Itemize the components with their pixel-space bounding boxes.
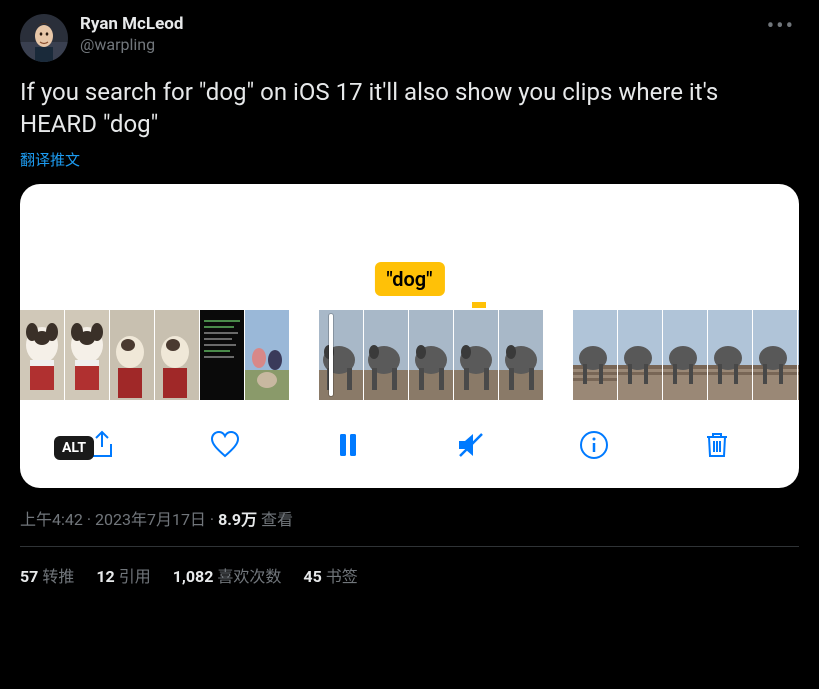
- pause-icon[interactable]: [329, 426, 367, 464]
- divider: [20, 546, 799, 547]
- retweets-stat[interactable]: 57转推: [20, 563, 74, 587]
- video-timeline[interactable]: [20, 310, 799, 400]
- user-info[interactable]: Ryan McLeod @warpling: [80, 14, 183, 55]
- clip-frame: [663, 310, 707, 400]
- clip-frame: [708, 310, 752, 400]
- media-attachment[interactable]: "dog": [20, 184, 799, 488]
- clip-frame: [409, 310, 453, 400]
- caption-marker: [472, 302, 486, 308]
- heart-icon[interactable]: [206, 426, 244, 464]
- media-controls: [20, 400, 799, 474]
- clip-frame: [798, 310, 799, 400]
- clip-frame: [364, 310, 408, 400]
- tweet-header: Ryan McLeod @warpling •••: [20, 14, 799, 62]
- translate-link[interactable]: 翻译推文: [20, 149, 799, 170]
- views-label: 查看: [261, 510, 293, 529]
- alt-badge[interactable]: ALT: [54, 436, 94, 460]
- user-handle: @warpling: [80, 35, 183, 55]
- quotes-stat[interactable]: 12引用: [96, 563, 150, 587]
- playhead-indicator: [329, 314, 333, 396]
- clip-frame: [200, 310, 244, 400]
- clip-group-active[interactable]: [319, 310, 543, 400]
- tweet-text: If you search for "dog" on iOS 17 it'll …: [20, 76, 799, 141]
- more-icon[interactable]: •••: [767, 14, 795, 39]
- avatar[interactable]: [20, 14, 68, 62]
- mute-icon[interactable]: [452, 426, 490, 464]
- clip-frame: [618, 310, 662, 400]
- trash-icon[interactable]: [698, 426, 736, 464]
- clip-frame: [20, 310, 64, 400]
- clip-frame: [65, 310, 109, 400]
- clip-group[interactable]: [20, 310, 289, 400]
- likes-stat[interactable]: 1,082喜欢次数: [173, 563, 282, 587]
- clip-group[interactable]: [573, 310, 799, 400]
- clip-frame: [753, 310, 797, 400]
- clip-frame: [110, 310, 154, 400]
- views-count: 8.9万: [218, 510, 257, 529]
- clip-frame: [319, 310, 363, 400]
- tweet-meta[interactable]: 上午4:42 · 2023年7月17日 · 8.9万 查看: [20, 506, 799, 530]
- engagement-stats: 57转推 12引用 1,082喜欢次数 45书签: [20, 563, 799, 587]
- tweet-time: 上午4:42: [20, 510, 83, 529]
- display-name: Ryan McLeod: [80, 14, 183, 35]
- tweet-container: Ryan McLeod @warpling ••• If you search …: [0, 0, 819, 587]
- clip-frame: [454, 310, 498, 400]
- clip-frame: [499, 310, 543, 400]
- clip-frame: [573, 310, 617, 400]
- bookmarks-stat[interactable]: 45书签: [303, 563, 357, 587]
- clip-frame: [155, 310, 199, 400]
- info-icon[interactable]: [575, 426, 613, 464]
- tweet-date: 2023年7月17日: [95, 510, 206, 529]
- clip-frame: [245, 310, 289, 400]
- caption-bubble: "dog": [374, 262, 444, 296]
